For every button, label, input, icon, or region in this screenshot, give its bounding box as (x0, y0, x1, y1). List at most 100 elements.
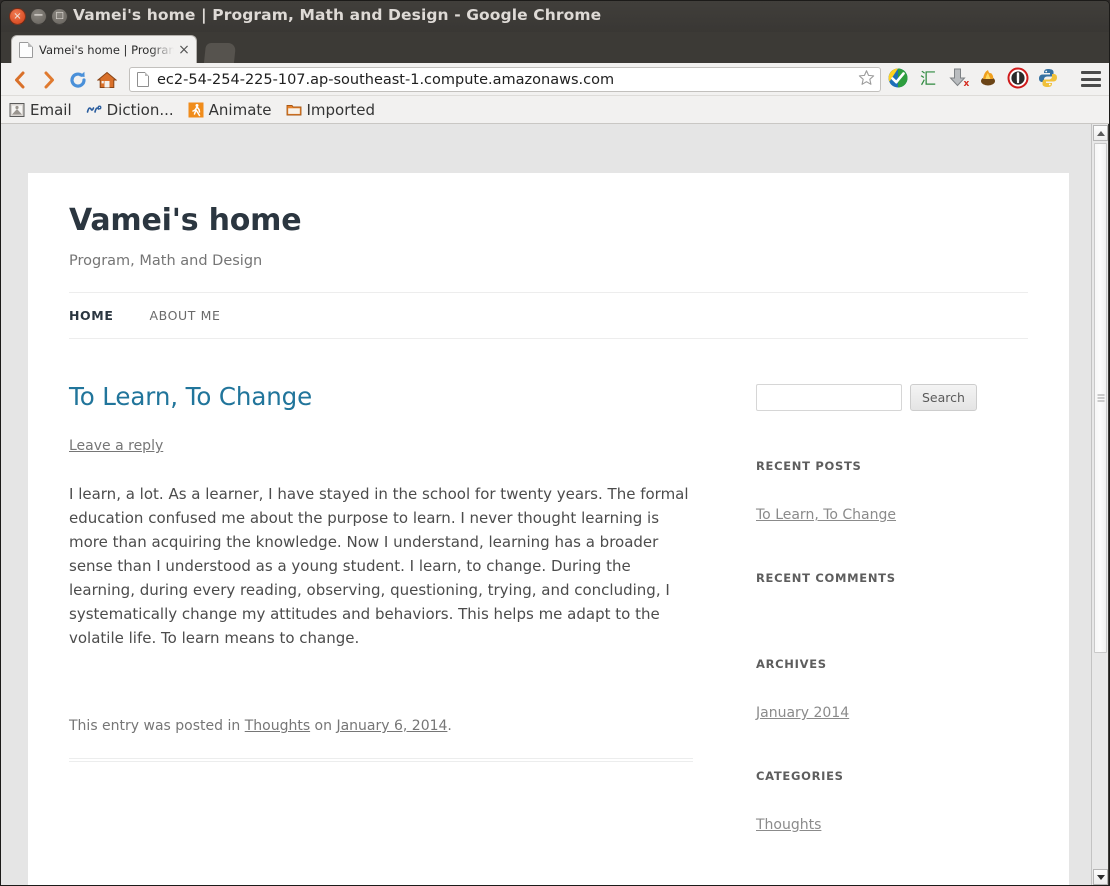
scrollbar-thumb[interactable] (1094, 143, 1107, 653)
bookmark-dictionary[interactable]: Diction... (86, 101, 174, 119)
browser-toolbar: ec2-54-254-225-107.ap-southeast-1.comput… (1, 63, 1109, 96)
post-article: To Learn, To Change Leave a reply I lear… (69, 382, 719, 762)
python-icon[interactable] (1037, 67, 1059, 89)
page-favicon-icon (19, 41, 33, 58)
site-description: Program, Math and Design (69, 253, 263, 269)
minimize-window-button[interactable]: − (30, 8, 47, 25)
address-bar[interactable]: ec2-54-254-225-107.ap-southeast-1.comput… (129, 67, 881, 92)
nav-item-about-me[interactable]: About Me (149, 308, 220, 323)
mail-icon (9, 102, 25, 118)
close-window-button[interactable]: × (9, 8, 26, 25)
chinese-character-icon[interactable]: 汇 (917, 67, 939, 89)
download-icon[interactable]: x (947, 67, 970, 89)
browser-tab[interactable]: Vamei's home | Program, Math and Design … (11, 35, 197, 63)
bookmark-email[interactable]: Email (9, 101, 72, 119)
maximize-icon: □ (55, 11, 64, 21)
forward-button[interactable] (38, 69, 60, 91)
menu-icon-bar (1081, 84, 1101, 87)
list-item: To Learn, To Change (756, 504, 1028, 523)
site-container: Vamei's home Program, Math and Design Ho… (28, 173, 1069, 885)
menu-icon-bar (1081, 77, 1101, 81)
page-info-icon (137, 72, 149, 87)
folder-icon (286, 102, 302, 118)
widget-title: Recent Comments (756, 571, 896, 585)
home-button[interactable] (96, 69, 118, 91)
tab-close-icon[interactable]: × (176, 43, 192, 57)
tab-title: Vamei's home | Program, Math and Design (39, 42, 174, 57)
site-navigation: Home About Me (69, 292, 1028, 339)
widget-recent-comments: Recent Comments (756, 571, 1028, 609)
close-icon: × (13, 10, 22, 22)
window-title: Vamei's home | Program, Math and Design … (73, 6, 602, 24)
post-category-link[interactable]: Thoughts (245, 718, 310, 734)
post-date-link[interactable]: January 6, 2014 (336, 718, 447, 734)
dictionary-icon (86, 102, 102, 118)
bookmark-animate[interactable]: Animate (188, 101, 272, 119)
main-content: To Learn, To Change Leave a reply I lear… (69, 339, 719, 833)
widget-title: Archives (756, 657, 827, 671)
extension-icons: 汇 x (887, 67, 1059, 89)
nav-item-home[interactable]: Home (69, 308, 113, 323)
page-viewport: Vamei's home Program, Math and Design Ho… (1, 124, 1092, 885)
sidebar: Search Recent Posts To Learn, To Change (756, 339, 1028, 833)
search-button[interactable]: Search (910, 384, 977, 411)
bookmarks-bar: Email Diction... Animate Imported (1, 96, 1109, 124)
bookmark-label: Email (30, 100, 72, 119)
site-title: Vamei's home (69, 203, 302, 238)
page-scrollbar[interactable] (1091, 124, 1108, 885)
flame-icon[interactable] (977, 67, 999, 89)
url-text: ec2-54-254-225-107.ap-southeast-1.comput… (157, 71, 615, 88)
content-columns: To Learn, To Change Leave a reply I lear… (69, 339, 1028, 833)
search-widget: Search (756, 384, 1028, 411)
post-title[interactable]: To Learn, To Change (69, 382, 719, 411)
chevron-up-icon (1096, 130, 1105, 136)
archive-link[interactable]: January 2014 (756, 705, 849, 721)
new-tab-button[interactable] (203, 43, 237, 63)
widget-title: Categories (756, 769, 844, 783)
scrollbar-grip-icon (1097, 393, 1104, 404)
window-controls: × − □ (9, 8, 68, 25)
chrome-menu-button[interactable] (1081, 70, 1101, 88)
svg-text:x: x (964, 79, 970, 89)
forward-arrow-icon (44, 71, 54, 89)
bookmark-star-icon[interactable] (856, 69, 876, 90)
bookmark-label: Imported (306, 100, 376, 119)
post-meta-suffix: . (447, 718, 452, 734)
running-person-icon (188, 102, 204, 118)
maximize-window-button[interactable]: □ (51, 8, 68, 25)
widget-recent-posts: Recent Posts To Learn, To Change (756, 459, 1028, 523)
home-icon (97, 71, 117, 88)
scroll-down-button[interactable] (1093, 869, 1108, 885)
list-item: Thoughts (756, 814, 1028, 833)
scroll-up-button[interactable] (1093, 125, 1108, 141)
back-button[interactable] (9, 69, 31, 91)
post-meta: This entry was posted in Thoughts on Jan… (69, 718, 719, 734)
adblock-stop-icon[interactable] (1007, 67, 1029, 89)
widget-categories: Categories Thoughts (756, 769, 1028, 833)
tab-strip: Vamei's home | Program, Math and Design … (1, 32, 1109, 63)
browser-window: × − □ Vamei's home | Program, Math and D… (0, 0, 1110, 886)
post-meta-prefix: This entry was posted in (69, 718, 245, 734)
leave-a-reply-link[interactable]: Leave a reply (69, 438, 163, 454)
reload-button[interactable] (67, 69, 89, 91)
post-meta-middle: on (310, 718, 337, 734)
widget-archives: Archives January 2014 (756, 657, 1028, 721)
widget-list: Thoughts (756, 814, 1028, 833)
category-link[interactable]: Thoughts (756, 817, 821, 833)
search-input[interactable] (756, 384, 902, 411)
bookmark-imported[interactable]: Imported (286, 100, 376, 119)
recent-post-link[interactable]: To Learn, To Change (756, 507, 896, 523)
widget-title: Recent Posts (756, 459, 862, 473)
minimize-icon: − (33, 8, 44, 23)
reload-icon (70, 71, 86, 88)
chevron-down-icon (1096, 874, 1105, 880)
checkmark-shield-icon[interactable] (887, 67, 909, 89)
widget-list: January 2014 (756, 702, 1028, 721)
back-arrow-icon (15, 71, 25, 89)
bookmark-label: Diction... (106, 100, 174, 119)
post-body: I learn, a lot. As a learner, I have sta… (69, 485, 689, 647)
menu-icon-bar (1081, 71, 1101, 74)
widget-list: To Learn, To Change (756, 504, 1028, 523)
bookmark-label: Animate (208, 100, 272, 119)
widget-empty-list (756, 585, 1028, 609)
